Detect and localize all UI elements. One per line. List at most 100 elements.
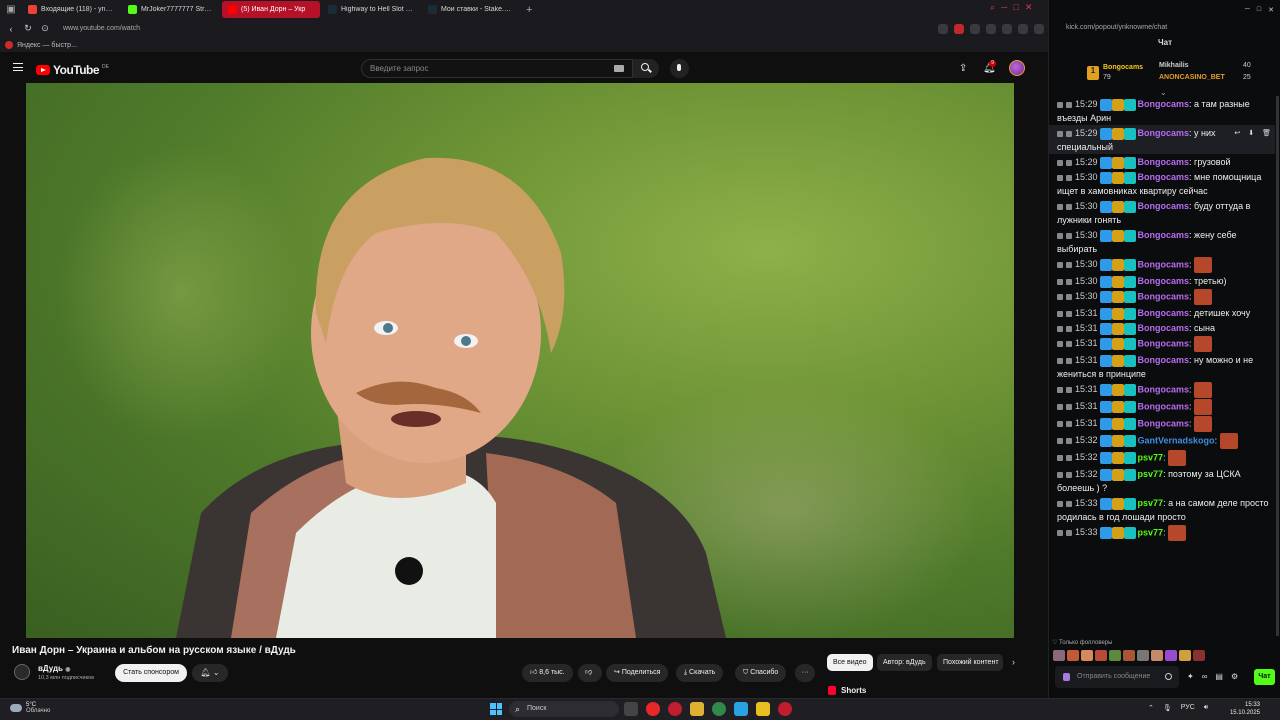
timer-icon[interactable] bbox=[1066, 471, 1072, 478]
upload-icon[interactable]: ⇪ bbox=[959, 63, 967, 74]
list-icon[interactable]: ▤ bbox=[1215, 672, 1223, 681]
timer-icon[interactable] bbox=[1066, 438, 1072, 444]
timer-icon[interactable] bbox=[1066, 455, 1072, 461]
file-explorer-icon[interactable] bbox=[690, 702, 704, 716]
send-chat-button[interactable]: Чат bbox=[1254, 669, 1275, 685]
chat-message[interactable]: 15:32 psv77: поэтому за ЦСКА болеешь ) ? bbox=[1049, 466, 1275, 495]
back-icon[interactable]: ‹ bbox=[5, 24, 17, 34]
emote-icon[interactable] bbox=[1193, 650, 1205, 661]
chat-url[interactable]: kick.com/popout/ynknowme/chat bbox=[1066, 24, 1167, 31]
link-icon[interactable]: ∞ bbox=[1202, 672, 1208, 681]
message-username[interactable]: psv77 bbox=[1138, 498, 1164, 508]
voice-search-button[interactable] bbox=[670, 59, 689, 78]
extension-icon[interactable] bbox=[986, 24, 996, 34]
pin-icon[interactable] bbox=[1057, 404, 1063, 410]
share-button[interactable]: ↪ Поделиться bbox=[606, 664, 669, 682]
chat-message[interactable]: 15:30 Bongocams: жену себе выбирать bbox=[1049, 227, 1275, 256]
clock[interactable]: 15:33 15.10.2025 bbox=[1226, 701, 1260, 717]
search-button[interactable] bbox=[633, 59, 659, 78]
channel-name[interactable]: вДудь ◉ bbox=[38, 664, 70, 673]
message-username[interactable]: psv77 bbox=[1138, 527, 1164, 537]
timer-icon[interactable] bbox=[1066, 325, 1072, 332]
pin-icon[interactable] bbox=[1057, 421, 1063, 427]
notes-icon[interactable] bbox=[756, 702, 770, 716]
pin-icon[interactable]: ⬇ bbox=[1248, 127, 1254, 141]
emote-icon[interactable] bbox=[1151, 650, 1163, 661]
chat-message[interactable]: 15:30 Bongocams: мне помощница ищет в хам… bbox=[1049, 169, 1275, 198]
chat-message[interactable]: 15:30 Bongocams: буду оттуда в лужники го… bbox=[1049, 198, 1275, 227]
subscription-bell-button[interactable]: 🔔︎ ⌄ bbox=[192, 664, 228, 682]
chat-message[interactable]: 15:31 Bongocams: bbox=[1049, 398, 1275, 415]
message-username[interactable]: Bongocams bbox=[1138, 259, 1190, 269]
pin-icon[interactable] bbox=[1057, 455, 1063, 461]
timer-icon[interactable] bbox=[1066, 357, 1072, 364]
browser-tab[interactable]: MrJoker7777777 Stream bbox=[122, 1, 220, 18]
chip-related[interactable]: Похожий контент bbox=[937, 654, 1003, 671]
emote-icon[interactable] bbox=[1137, 650, 1149, 661]
leaderboard-name[interactable]: Bongocams bbox=[1103, 64, 1143, 71]
chat-message[interactable]: 15:31 Bongocams: bbox=[1049, 415, 1275, 432]
extension-icon[interactable] bbox=[1002, 24, 1012, 34]
timer-icon[interactable] bbox=[1066, 310, 1072, 317]
chevron-up-icon[interactable]: ⌃ bbox=[1148, 704, 1154, 712]
chat-message[interactable]: 15:31 Bongocams: bbox=[1049, 381, 1275, 398]
telegram-icon[interactable] bbox=[734, 702, 748, 716]
chat-message[interactable]: 15:30 Bongocams: bbox=[1049, 288, 1275, 305]
chat-message[interactable]: 15:31 Bongocams: сына bbox=[1049, 320, 1275, 335]
delete-icon[interactable]: 🗑︎ bbox=[1262, 127, 1271, 141]
browser-tab[interactable]: (5) Иван Дорн – Укр bbox=[222, 1, 320, 18]
browser-tab[interactable]: Входящие (118) - ynknow bbox=[22, 1, 120, 18]
message-username[interactable]: psv77 bbox=[1138, 452, 1164, 462]
chat-message[interactable]: 15:33 psv77: bbox=[1049, 524, 1275, 541]
download-button[interactable]: ⤓ Скачать bbox=[676, 664, 724, 682]
reload-icon[interactable]: ↻ bbox=[22, 23, 34, 34]
volume-icon[interactable]: 🔊︎ bbox=[1204, 704, 1208, 712]
chevron-right-icon[interactable]: › bbox=[1012, 657, 1015, 667]
bookmark-yandex[interactable]: Яндекс — быстр... bbox=[17, 42, 77, 49]
extension-icon[interactable] bbox=[970, 24, 980, 34]
emote-icon[interactable] bbox=[1053, 650, 1065, 661]
sponsor-button[interactable]: Стать спонсором bbox=[115, 664, 187, 682]
chat-message[interactable]: 15:32 GantVernadskogo: bbox=[1049, 432, 1275, 449]
extension-icon[interactable] bbox=[1034, 24, 1044, 34]
close-icon[interactable]: ✕ bbox=[1025, 2, 1033, 13]
browser-menu-icon[interactable]: ▣ bbox=[0, 4, 22, 15]
timer-icon[interactable] bbox=[1066, 404, 1072, 410]
thanks-button[interactable]: ⛉ Спасибо bbox=[735, 664, 787, 682]
dislike-button[interactable]: 👎︎ bbox=[578, 664, 602, 682]
pin-icon[interactable] bbox=[1057, 130, 1063, 137]
message-username[interactable]: Bongocams bbox=[1138, 308, 1190, 318]
timer-icon[interactable] bbox=[1066, 262, 1072, 268]
chat-message[interactable]: 15:29 Bongocams: грузовой bbox=[1049, 154, 1275, 169]
chat-message[interactable]: 15:31 Bongocams: bbox=[1049, 335, 1275, 352]
message-username[interactable]: Bongocams bbox=[1138, 201, 1190, 211]
pin-icon[interactable] bbox=[1057, 438, 1063, 444]
maximize-icon[interactable]: □ bbox=[1013, 2, 1018, 13]
gear-icon[interactable]: ⚙ bbox=[1231, 672, 1238, 681]
avatar[interactable] bbox=[1009, 60, 1025, 76]
pin-icon[interactable] bbox=[1057, 232, 1063, 239]
emote-icon[interactable] bbox=[1095, 650, 1107, 661]
chat-message[interactable]: 15:30 Bongocams: третью) bbox=[1049, 273, 1275, 288]
message-username[interactable]: Bongocams bbox=[1138, 99, 1190, 109]
leaderboard-name[interactable]: Mikhailis bbox=[1159, 62, 1189, 69]
keyboard-icon[interactable] bbox=[614, 65, 624, 72]
message-username[interactable]: Bongocams bbox=[1138, 418, 1190, 428]
timer-icon[interactable] bbox=[1066, 500, 1072, 507]
weather-widget[interactable]: 5°C Облачно bbox=[10, 702, 50, 714]
chat-message[interactable]: 15:29 Bongocams: а там разные въезды Арин bbox=[1049, 96, 1275, 125]
maximize-icon[interactable]: □ bbox=[1257, 6, 1261, 14]
message-username[interactable]: Bongocams bbox=[1138, 172, 1190, 182]
chat-message[interactable]: 15:32 psv77: bbox=[1049, 449, 1275, 466]
extension-icon[interactable] bbox=[954, 24, 964, 34]
task-view-icon[interactable] bbox=[624, 702, 638, 716]
leaderboard-name[interactable]: ANONCASINO_BET bbox=[1159, 74, 1225, 81]
timer-icon[interactable] bbox=[1066, 101, 1072, 108]
timer-icon[interactable] bbox=[1066, 421, 1072, 427]
timer-icon[interactable] bbox=[1066, 174, 1072, 181]
pin-icon[interactable] bbox=[1057, 101, 1063, 108]
timer-icon[interactable] bbox=[1066, 203, 1072, 210]
start-button[interactable] bbox=[490, 703, 502, 715]
message-username[interactable]: Bongocams bbox=[1138, 401, 1190, 411]
more-button[interactable]: ··· bbox=[795, 664, 815, 682]
